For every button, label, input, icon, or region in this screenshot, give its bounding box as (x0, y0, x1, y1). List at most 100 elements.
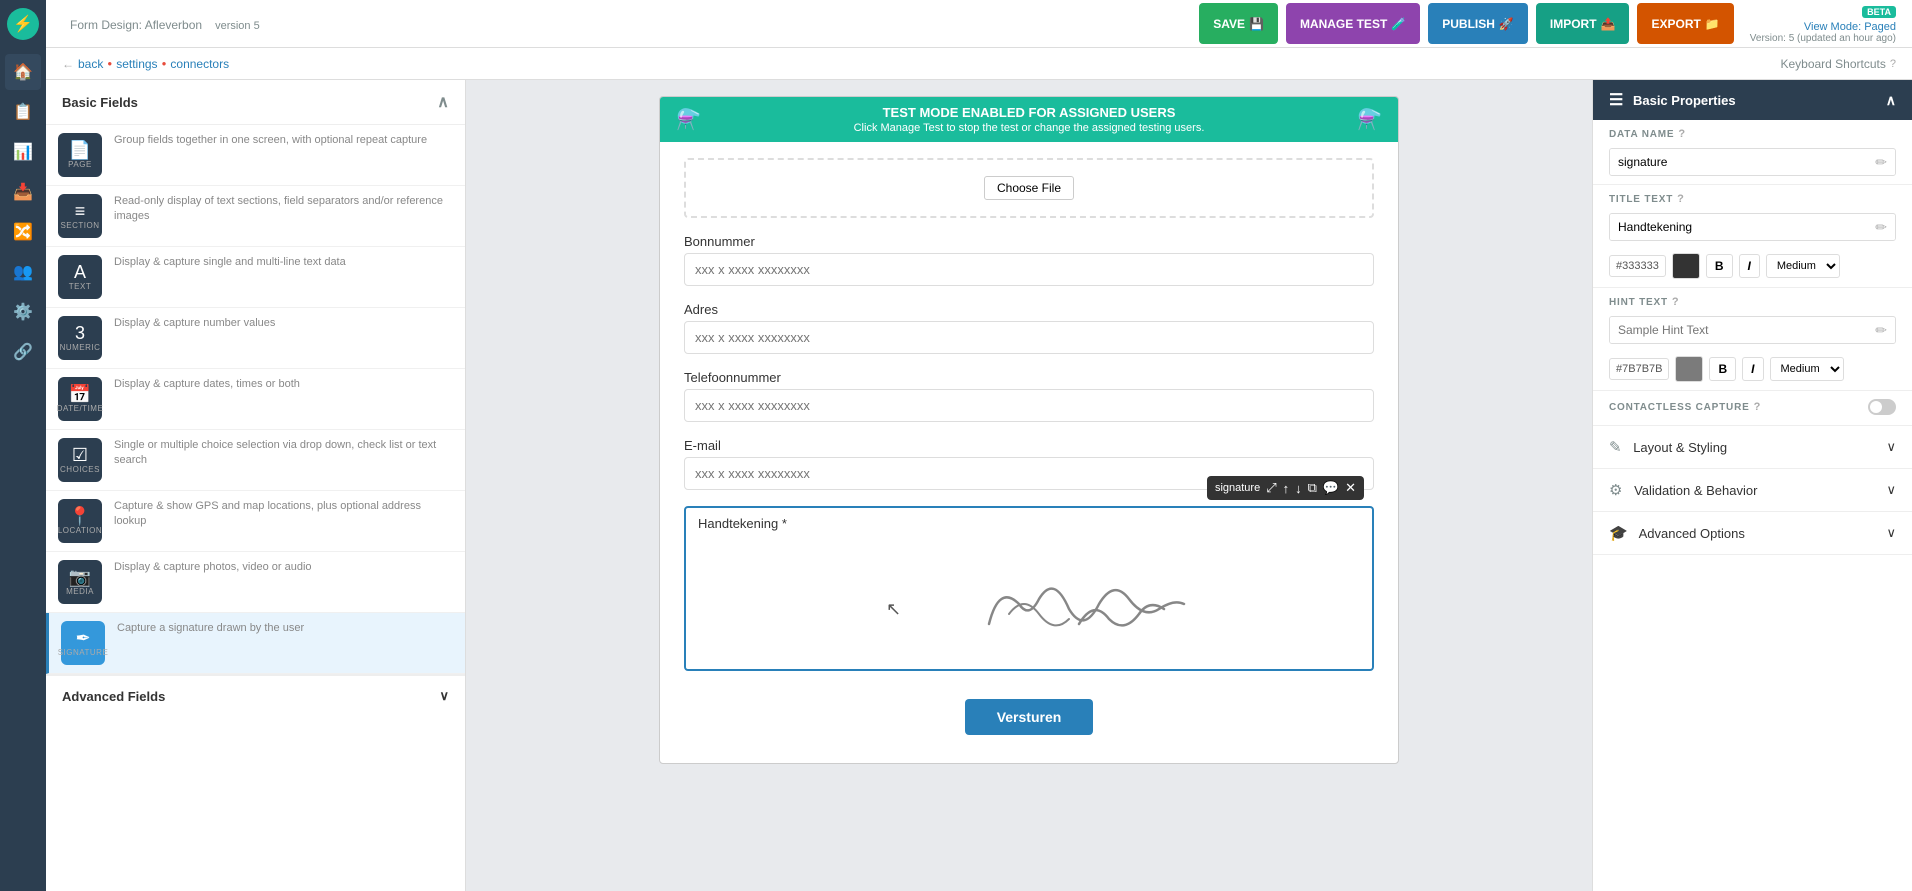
field-section-icon: ≡ SECTION (58, 194, 102, 238)
version-info-block: BETA View Mode: Paged Version: 5 (update… (1750, 3, 1896, 44)
signature-toolbar: signature ⤢ ↑ ↓ ⧉ 💬 ✕ (1207, 476, 1364, 500)
title-text-edit-button[interactable]: ✏ (1867, 215, 1895, 240)
sig-close-button[interactable]: ✕ (1345, 480, 1356, 496)
layout-chevron-icon: ∨ (1886, 439, 1896, 455)
settings-link[interactable]: settings (116, 57, 157, 71)
signature-canvas[interactable]: ↖ (686, 539, 1372, 669)
advanced-options-section-header[interactable]: 🎓 Advanced Options ∨ (1593, 512, 1912, 555)
field-numeric[interactable]: 3 NUMERIC Display & capture number value… (46, 308, 465, 369)
field-page-icon: 📄 PAGE (58, 133, 102, 177)
validation-section-header[interactable]: ⚙ Validation & Behavior ∨ (1593, 469, 1912, 512)
sig-down-button[interactable]: ↓ (1295, 481, 1302, 496)
title-text-input-wrapper: ✏ (1609, 213, 1896, 241)
contactless-help-icon[interactable]: ? (1754, 401, 1762, 413)
hint-bold-button[interactable]: B (1709, 357, 1736, 381)
field-media[interactable]: 📷 MEDIA Display & capture photos, video … (46, 552, 465, 613)
field-text[interactable]: A TEXT Display & capture single and mult… (46, 247, 465, 308)
hint-size-select[interactable]: Medium Small Large (1770, 357, 1844, 381)
validation-chevron-icon: ∨ (1886, 482, 1896, 498)
nav-dashboard[interactable]: 📊 (5, 134, 41, 170)
basic-fields-header[interactable]: Basic Fields ∧ (46, 80, 465, 125)
nav-home[interactable]: 🏠 (5, 54, 41, 90)
nav-integrations[interactable]: 🔗 (5, 334, 41, 370)
nav-users[interactable]: 👥 (5, 254, 41, 290)
test-icon-left: ⚗️ (676, 107, 701, 132)
title-color-picker[interactable] (1672, 253, 1700, 279)
field-location[interactable]: 📍 LOCATION Capture & show GPS and map lo… (46, 491, 465, 552)
sig-up-button[interactable]: ↑ (1283, 481, 1290, 496)
file-upload-area[interactable]: Choose File (684, 158, 1374, 218)
field-datetime-icon: 📅 DATE/TIME (58, 377, 102, 421)
contactless-section: CONTACTLESS CAPTURE ? (1593, 391, 1912, 426)
cursor-icon: ↖ (886, 599, 901, 620)
choose-file-button[interactable]: Choose File (984, 176, 1074, 200)
title-text-help-icon[interactable]: ? (1677, 193, 1685, 205)
publish-button[interactable]: PUBLISH 🚀 (1428, 3, 1528, 44)
properties-collapse-icon[interactable]: ∧ (1886, 92, 1896, 109)
hint-text-edit-button[interactable]: ✏ (1867, 318, 1895, 343)
title-text-input[interactable] (1610, 214, 1867, 240)
field-choices[interactable]: ☑ CHOICES Single or multiple choice sele… (46, 430, 465, 491)
layout-styling-section-header[interactable]: ✎ Layout & Styling ∨ (1593, 426, 1912, 469)
hint-text-input[interactable] (1610, 317, 1867, 343)
view-mode-link[interactable]: View Mode: Paged (1804, 21, 1896, 33)
hint-text-help-icon[interactable]: ? (1672, 296, 1680, 308)
form-canvas: ⚗️ TEST MODE ENABLED FOR ASSIGNED USERS … (659, 96, 1399, 764)
advanced-chevron-icon: ∨ (1886, 525, 1896, 541)
title-italic-button[interactable]: I (1739, 254, 1760, 278)
manage-test-button[interactable]: MANAGE TEST 🧪 (1286, 3, 1420, 44)
right-panel-header: ☰ Basic Properties ∧ (1593, 80, 1912, 120)
basic-fields-chevron: ∧ (437, 92, 449, 112)
sig-comment-button[interactable]: 💬 (1323, 480, 1339, 496)
left-panel: Basic Fields ∧ 📄 PAGE Group fields toget… (46, 80, 466, 891)
data-name-section: DATA NAME ? ✏ (1593, 120, 1912, 185)
layout-icon: ✎ (1609, 439, 1622, 456)
save-button[interactable]: SAVE 💾 (1199, 3, 1278, 44)
nav-submissions[interactable]: 📥 (5, 174, 41, 210)
field-location-icon: 📍 LOCATION (58, 499, 102, 543)
field-section[interactable]: ≡ SECTION Read-only display of text sect… (46, 186, 465, 247)
form-field-bonnummer: Bonnummer (684, 234, 1374, 286)
form-field-adres: Adres (684, 302, 1374, 354)
nav-workflows[interactable]: 🔀 (5, 214, 41, 250)
nav-forms[interactable]: 📋 (5, 94, 41, 130)
properties-icon: ☰ (1609, 92, 1623, 109)
bonnummer-input[interactable] (684, 253, 1374, 286)
data-name-help-icon[interactable]: ? (1678, 128, 1686, 140)
submit-button[interactable]: Versturen (965, 699, 1094, 735)
page-title: Form Design: Afleverbon version 5 (62, 13, 1199, 34)
test-icon-right: ⚗️ (1357, 107, 1382, 132)
form-body: Choose File Bonnummer Adres Telefoon (660, 142, 1398, 763)
data-name-edit-button[interactable]: ✏ (1867, 150, 1895, 175)
app-logo[interactable]: ⚡ (7, 8, 39, 40)
right-panel: ☰ Basic Properties ∧ DATA NAME ? ✏ (1592, 80, 1912, 891)
hint-text-section: HINT TEXT ? ✏ #7B7B7B B I Medium (1593, 288, 1912, 391)
title-size-select[interactable]: Medium Small Large (1766, 254, 1840, 278)
sig-copy-button[interactable]: ⧉ (1308, 480, 1317, 496)
top-header: Form Design: Afleverbon version 5 SAVE 💾… (46, 0, 1912, 48)
keyboard-help-icon[interactable]: ? (1890, 58, 1896, 70)
field-text-icon: A TEXT (58, 255, 102, 299)
field-numeric-icon: 3 NUMERIC (58, 316, 102, 360)
back-link[interactable]: back (78, 57, 103, 71)
field-datetime[interactable]: 📅 DATE/TIME Display & capture dates, tim… (46, 369, 465, 430)
connectors-link[interactable]: connectors (170, 57, 229, 71)
title-bold-button[interactable]: B (1706, 254, 1733, 278)
export-button[interactable]: EXPORT 📁 (1637, 3, 1733, 44)
adres-input[interactable] (684, 321, 1374, 354)
import-button[interactable]: IMPORT 📤 (1536, 3, 1630, 44)
signature-field-container[interactable]: signature ⤢ ↑ ↓ ⧉ 💬 ✕ Handtekening * ↖ (684, 506, 1374, 671)
hint-color-picker[interactable] (1675, 356, 1703, 382)
signature-label: Handtekening * (686, 508, 1372, 539)
hint-italic-button[interactable]: I (1742, 357, 1763, 381)
data-name-input[interactable] (1610, 149, 1867, 175)
telefoonnummer-input[interactable] (684, 389, 1374, 422)
data-name-input-wrapper: ✏ (1609, 148, 1896, 176)
nav-settings[interactable]: ⚙️ (5, 294, 41, 330)
sig-move-icon[interactable]: ⤢ (1266, 480, 1276, 496)
advanced-fields-header[interactable]: Advanced Fields ∨ (46, 674, 465, 716)
field-page[interactable]: 📄 PAGE Group fields together in one scre… (46, 125, 465, 186)
field-signature[interactable]: ✒ SIGNATURE Capture a signature drawn by… (46, 613, 465, 674)
contactless-toggle[interactable] (1868, 399, 1896, 415)
keyboard-shortcuts[interactable]: Keyboard Shortcuts ? (1780, 57, 1896, 71)
